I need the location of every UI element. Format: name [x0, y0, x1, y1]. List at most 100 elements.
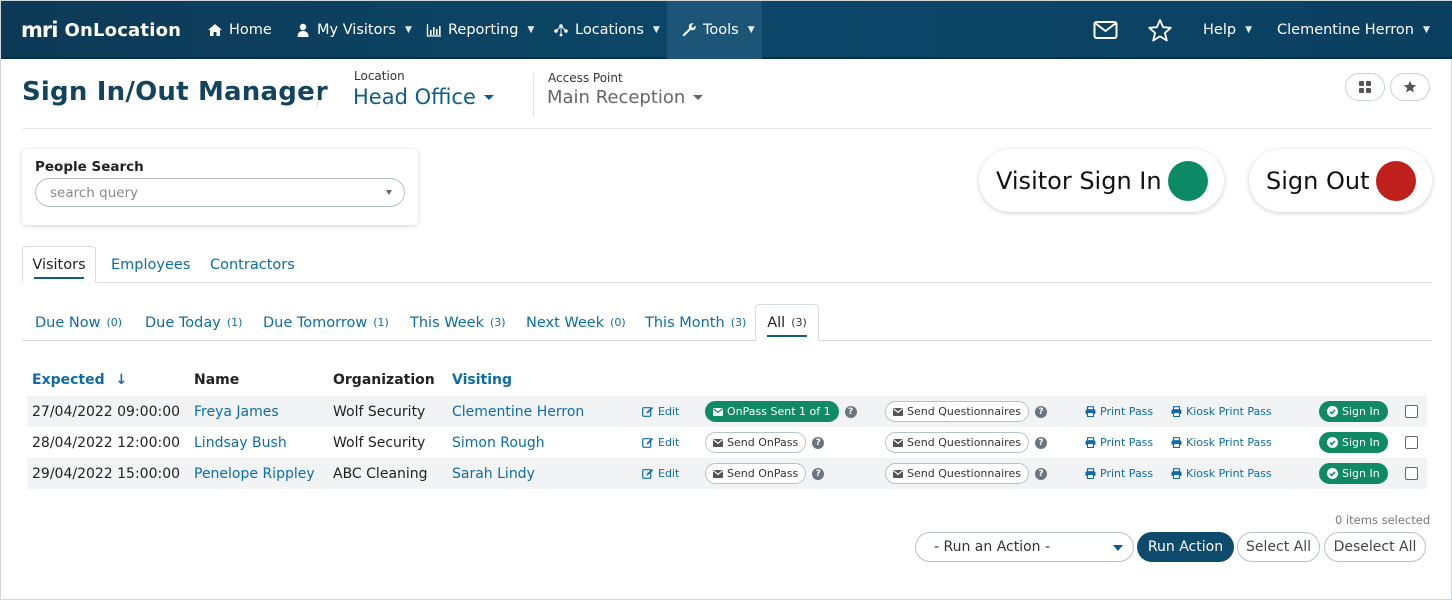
chevron-down-icon: ▼	[527, 25, 535, 35]
nav-tools[interactable]: Tools ▼	[667, 1, 762, 59]
send-questionnaires-button[interactable]: Send Questionnaires	[885, 463, 1029, 484]
edit-button[interactable]: Edit	[642, 405, 679, 418]
expected-cell: 29/04/2022 15:00:00	[32, 465, 181, 482]
send-questionnaires-button[interactable]: Send Questionnaires	[885, 401, 1029, 422]
visitor-sign-in-button[interactable]: Visitor Sign In	[979, 149, 1224, 212]
chevron-down-icon	[1113, 545, 1123, 551]
nav-my-visitors[interactable]: My Visitors ▼	[295, 1, 412, 59]
print-pass-button[interactable]: Print Pass	[1085, 467, 1153, 480]
print-pass-button[interactable]: Print Pass	[1085, 436, 1153, 449]
help-icon[interactable]: ?	[844, 405, 857, 418]
chart-icon	[426, 24, 441, 37]
tab-visitors[interactable]: Visitors	[22, 246, 96, 283]
nav-locations[interactable]: Locations ▼	[553, 1, 660, 59]
sign-out-button[interactable]: Sign Out	[1249, 149, 1432, 212]
print-pass-button[interactable]: Print Pass	[1085, 405, 1153, 418]
subtab-label: Due Today	[145, 314, 221, 331]
sign-in-button[interactable]: Sign In	[1319, 463, 1388, 484]
organization-cell: ABC Cleaning	[333, 465, 428, 482]
row-checkbox[interactable]	[1405, 467, 1418, 480]
deselect-all-button[interactable]: Deselect All	[1324, 532, 1426, 562]
subtab-count: (1)	[226, 316, 243, 329]
run-action-select[interactable]: - Run an Action -	[915, 532, 1134, 562]
select-all-button[interactable]: Select All	[1237, 532, 1320, 562]
visiting-link[interactable]: Simon Rough	[452, 427, 545, 458]
subtab-label: Due Now	[35, 314, 101, 331]
kiosk-print-pass-button[interactable]: Kiosk Print Pass	[1171, 436, 1272, 449]
column-header-expected[interactable]: Expected ↓	[32, 372, 127, 388]
chevron-down-icon: ▼	[747, 25, 755, 35]
edit-label: Edit	[658, 405, 680, 418]
subtab-this-week[interactable]: This Week (3)	[410, 304, 506, 341]
column-header-visiting[interactable]: Visiting	[452, 372, 512, 388]
nav-user-menu[interactable]: Clementine Herron ▼	[1277, 1, 1430, 59]
subtab-all[interactable]: All (3)	[755, 304, 819, 341]
wrench-icon	[682, 23, 696, 37]
visiting-link[interactable]: Sarah Lindy	[452, 458, 535, 489]
nav-help[interactable]: Help ▼	[1203, 1, 1252, 59]
visitor-name-link[interactable]: Penelope Rippley	[194, 458, 315, 489]
dashboard-view-button[interactable]	[1345, 73, 1385, 101]
subtab-next-week[interactable]: Next Week (0)	[526, 304, 626, 341]
envelope-icon	[893, 407, 903, 416]
sign-in-label: Sign In	[1342, 405, 1380, 418]
send-onpass-button[interactable]: Send OnPass	[705, 432, 807, 453]
access-point-select[interactable]: Main Reception	[547, 87, 704, 108]
tab-contractors[interactable]: Contractors	[210, 246, 295, 283]
chevron-down-icon[interactable]	[386, 190, 392, 195]
subtab-due-tomorrow[interactable]: Due Tomorrow (1)	[263, 304, 389, 341]
help-icon[interactable]: ?	[812, 436, 825, 449]
tab-employees[interactable]: Employees	[111, 246, 190, 283]
sign-in-label: Sign In	[1342, 436, 1380, 449]
table-row: 27/04/2022 09:00:00 Freya James Wolf Sec…	[27, 396, 1427, 427]
edit-icon	[642, 406, 654, 417]
onpass-sent-button[interactable]: OnPass Sent 1 of 1	[705, 401, 839, 422]
subtab-due-now[interactable]: Due Now (0)	[35, 304, 122, 341]
favorites-button[interactable]	[1147, 1, 1173, 59]
brand-logo[interactable]: mri OnLocation	[21, 16, 181, 44]
sign-in-button[interactable]: Sign In	[1319, 432, 1388, 453]
nav-home[interactable]: Home	[207, 1, 272, 59]
subtab-this-month[interactable]: This Month (3)	[645, 304, 746, 341]
messages-button[interactable]	[1093, 1, 1118, 59]
send-questionnaires-button[interactable]: Send Questionnaires	[885, 432, 1029, 453]
help-icon[interactable]: ?	[812, 467, 825, 480]
row-checkbox[interactable]	[1405, 436, 1418, 449]
favorite-page-button[interactable]	[1390, 73, 1430, 101]
edit-icon	[642, 468, 654, 479]
print-pass-label: Print Pass	[1100, 405, 1154, 418]
chevron-down-icon: ▼	[1422, 25, 1430, 35]
red-status-dot	[1376, 160, 1416, 201]
subtab-due-today[interactable]: Due Today (1)	[145, 304, 242, 341]
table-row: 29/04/2022 15:00:00 Penelope Rippley ABC…	[27, 458, 1427, 489]
kiosk-print-pass-button[interactable]: Kiosk Print Pass	[1171, 467, 1272, 480]
visitor-sign-in-label: Visitor Sign In	[996, 166, 1162, 195]
kiosk-print-pass-button[interactable]: Kiosk Print Pass	[1171, 405, 1272, 418]
visitor-name-link[interactable]: Lindsay Bush	[194, 427, 287, 458]
subtab-count: (0)	[106, 316, 123, 329]
edit-button[interactable]: Edit	[642, 436, 679, 449]
row-checkbox[interactable]	[1405, 405, 1418, 418]
edit-button[interactable]: Edit	[642, 467, 679, 480]
organization-cell: Wolf Security	[333, 403, 426, 420]
check-circle-icon	[1327, 406, 1338, 417]
send-onpass-button[interactable]: Send OnPass	[705, 463, 807, 484]
people-search-input[interactable]	[35, 178, 405, 207]
access-point-label: Access Point	[548, 71, 623, 85]
envelope-icon	[1093, 21, 1118, 39]
envelope-icon	[893, 469, 903, 478]
nav-reporting[interactable]: Reporting ▼	[426, 1, 534, 59]
subtab-count: (0)	[610, 316, 626, 329]
help-icon[interactable]: ?	[1034, 467, 1047, 480]
location-select[interactable]: Head Office	[353, 85, 494, 109]
run-action-button[interactable]: Run Action	[1137, 532, 1234, 562]
visitor-name-link[interactable]: Freya James	[194, 396, 279, 427]
help-icon[interactable]: ?	[1034, 405, 1047, 418]
sign-in-button[interactable]: Sign In	[1319, 401, 1388, 422]
help-icon[interactable]: ?	[1034, 436, 1047, 449]
nav-home-label: Home	[229, 22, 272, 38]
subtab-label: Next Week	[526, 314, 605, 331]
page-title: Sign In/Out Manager	[22, 77, 328, 107]
visiting-link[interactable]: Clementine Herron	[452, 396, 584, 427]
nav-tools-label: Tools	[703, 22, 739, 38]
